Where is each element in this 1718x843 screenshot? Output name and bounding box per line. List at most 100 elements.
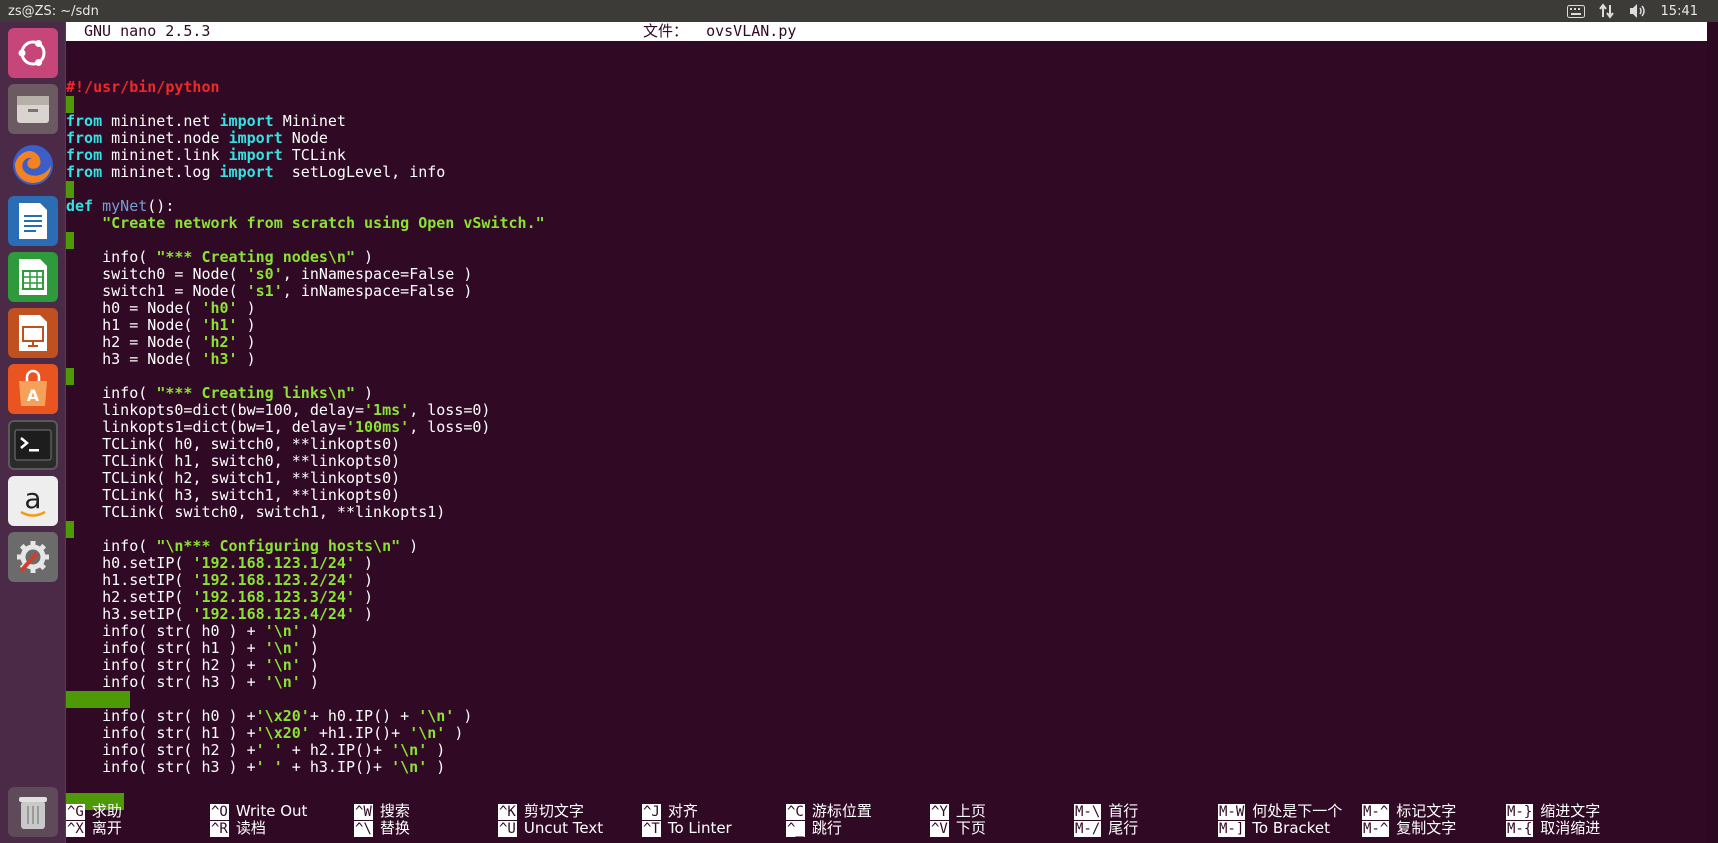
code-line[interactable]: info( str( h3 ) +' ' + h3.IP()+ '\n' ) [66, 759, 1706, 776]
shortcut-key: ^T [642, 821, 661, 837]
shortcut-label: 跳行 [811, 819, 842, 837]
code-line[interactable]: TCLink( switch0, switch1, **linkopts1) [66, 504, 1706, 521]
code-line[interactable]: info( str( h2 ) + '\n' ) [66, 657, 1706, 674]
code-line[interactable]: from mininet.link import TCLink [66, 147, 1706, 164]
shortcut-key: ^V [930, 821, 949, 837]
nano-file-title: 文件： ovsVLAN.py [643, 22, 796, 41]
clock[interactable]: 15:41 [1661, 4, 1698, 19]
code-line[interactable]: from mininet.log import setLogLevel, inf… [66, 164, 1706, 181]
shortcut-item[interactable]: ^K 剪切文字 [498, 803, 584, 820]
shortcut-label: Write Out [235, 802, 308, 820]
libreoffice-calc-icon[interactable] [8, 252, 58, 302]
terminal-window[interactable]: GNU nano 2.5.3 文件： ovsVLAN.py #!/usr/bin… [66, 22, 1718, 843]
ubuntu-software-icon[interactable]: A [8, 364, 58, 414]
shortcut-item[interactable]: M-{取消缩进 [1506, 820, 1600, 837]
code-line[interactable]: info( "*** Creating nodes\n" ) [66, 249, 1706, 266]
shortcut-key: ^X [66, 821, 85, 837]
shortcut-item[interactable]: M-^ 标记文字 [1362, 803, 1456, 820]
code-line[interactable]: linkopts0=dict(bw=100, delay='1ms', loss… [66, 402, 1706, 419]
shortcut-item[interactable]: ^C 游标位置 [786, 803, 872, 820]
code-line[interactable]: h1 = Node( 'h1' ) [66, 317, 1706, 334]
shortcut-item[interactable]: ^Y 上页 [930, 803, 986, 820]
shortcut-label: 离开 [91, 819, 122, 837]
window-title: zs@ZS: ~/sdn [8, 3, 99, 19]
code-line[interactable]: h0 = Node( 'h0' ) [66, 300, 1706, 317]
network-icon[interactable] [1598, 3, 1615, 19]
terminal-icon[interactable] [8, 420, 58, 470]
shortcut-item[interactable]: ^J 对齐 [642, 803, 698, 820]
code-line[interactable]: TCLink( h2, switch1, **linkopts0) [66, 470, 1706, 487]
code-line[interactable] [66, 368, 1706, 385]
shortcut-label: 剪切文字 [523, 802, 584, 820]
code-line[interactable]: info( str( h0 ) + '\n' ) [66, 623, 1706, 640]
scrollbar[interactable] [1707, 22, 1718, 843]
ubuntu-dash-icon[interactable] [8, 28, 58, 78]
code-line[interactable]: h3.setIP( '192.168.123.4/24' ) [66, 606, 1706, 623]
code-line[interactable]: h1.setIP( '192.168.123.2/24' ) [66, 572, 1706, 589]
trash-icon[interactable] [8, 787, 58, 837]
shortcut-key: M-] [1218, 821, 1246, 837]
shortcut-item[interactable]: M-W 何处是下一个 [1218, 803, 1342, 820]
shortcut-item[interactable]: ^W 搜索 [354, 803, 410, 820]
code-line[interactable]: h2.setIP( '192.168.123.3/24' ) [66, 589, 1706, 606]
code-line[interactable]: from mininet.node import Node [66, 130, 1706, 147]
code-line[interactable]: info( str( h3 ) + '\n' ) [66, 674, 1706, 691]
shortcut-item[interactable]: M-/ 尾行 [1074, 820, 1138, 837]
libreoffice-writer-icon[interactable] [8, 196, 58, 246]
code-line[interactable]: TCLink( h0, switch0, **linkopts0) [66, 436, 1706, 453]
shortcut-key: ^U [498, 821, 517, 837]
code-line[interactable]: info( "*** Creating links\n" ) [66, 385, 1706, 402]
code-line[interactable]: def myNet(): [66, 198, 1706, 215]
code-line[interactable]: info( str( h1 ) +'\x20' +h1.IP()+ '\n' ) [66, 725, 1706, 742]
code-line[interactable] [66, 776, 1706, 793]
whitespace-marker [66, 181, 74, 198]
code-line[interactable]: #!/usr/bin/python [66, 79, 1706, 96]
code-line[interactable]: info( "\n*** Configuring hosts\n" ) [66, 538, 1706, 555]
shortcut-key: M-/ [1074, 821, 1102, 837]
shortcut-item[interactable]: ^_ 跳行 [786, 820, 842, 837]
shortcut-item[interactable]: M-} 缩进文字 [1506, 803, 1600, 820]
code-line[interactable] [66, 521, 1706, 538]
shortcut-item[interactable]: ^X 离开 [66, 820, 122, 837]
editor-area[interactable]: #!/usr/bin/python from mininet.net import… [66, 79, 1706, 810]
firefox-icon[interactable] [8, 140, 58, 190]
shortcut-label: 替换 [379, 819, 410, 837]
code-line[interactable] [66, 232, 1706, 249]
shortcut-item[interactable]: M-] To Bracket [1218, 820, 1330, 837]
code-line[interactable]: h2 = Node( 'h2' ) [66, 334, 1706, 351]
code-line[interactable] [66, 181, 1706, 198]
system-tray: 15:41 [1566, 3, 1698, 19]
shortcut-item[interactable]: ^G 求助 [66, 803, 122, 820]
shortcut-key: ^O [210, 804, 229, 820]
code-line[interactable]: from mininet.net import Mininet [66, 113, 1706, 130]
files-icon[interactable] [8, 84, 58, 134]
shortcut-item[interactable]: ^O Write Out [210, 803, 307, 820]
volume-icon[interactable] [1629, 3, 1647, 19]
shortcut-item[interactable]: M-^ 复制文字 [1362, 820, 1456, 837]
keyboard-icon[interactable] [1566, 4, 1585, 18]
code-line[interactable]: info( str( h1 ) + '\n' ) [66, 640, 1706, 657]
code-line[interactable] [66, 96, 1706, 113]
libreoffice-impress-icon[interactable] [8, 308, 58, 358]
code-line[interactable]: info( str( h2 ) +' ' + h2.IP()+ '\n' ) [66, 742, 1706, 759]
shortcut-item[interactable]: ^V 下页 [930, 820, 986, 837]
shortcut-label: Uncut Text [523, 819, 604, 837]
shortcut-item[interactable]: M-\ 首行 [1074, 803, 1138, 820]
shortcut-item[interactable]: ^R 读档 [210, 820, 266, 837]
code-line[interactable]: switch1 = Node( 's1', inNamespace=False … [66, 283, 1706, 300]
code-line[interactable]: TCLink( h3, switch1, **linkopts0) [66, 487, 1706, 504]
code-line[interactable]: TCLink( h1, switch0, **linkopts0) [66, 453, 1706, 470]
amazon-icon[interactable]: a [8, 476, 58, 526]
code-line[interactable]: h0.setIP( '192.168.123.1/24' ) [66, 555, 1706, 572]
shortcut-key: M-} [1506, 804, 1534, 820]
code-line[interactable]: info( str( h0 ) +'\x20'+ h0.IP() + '\n' … [66, 708, 1706, 725]
code-line[interactable] [66, 691, 1706, 708]
shortcut-item[interactable]: ^T To Linter [642, 820, 732, 837]
code-line[interactable]: h3 = Node( 'h3' ) [66, 351, 1706, 368]
shortcut-item[interactable]: ^U Uncut Text [498, 820, 603, 837]
system-settings-icon[interactable] [8, 532, 58, 582]
code-line[interactable]: linkopts1=dict(bw=1, delay='100ms', loss… [66, 419, 1706, 436]
code-line[interactable]: "Create network from scratch using Open … [66, 215, 1706, 232]
shortcut-item[interactable]: ^\ 替换 [354, 820, 410, 837]
code-line[interactable]: switch0 = Node( 's0', inNamespace=False … [66, 266, 1706, 283]
